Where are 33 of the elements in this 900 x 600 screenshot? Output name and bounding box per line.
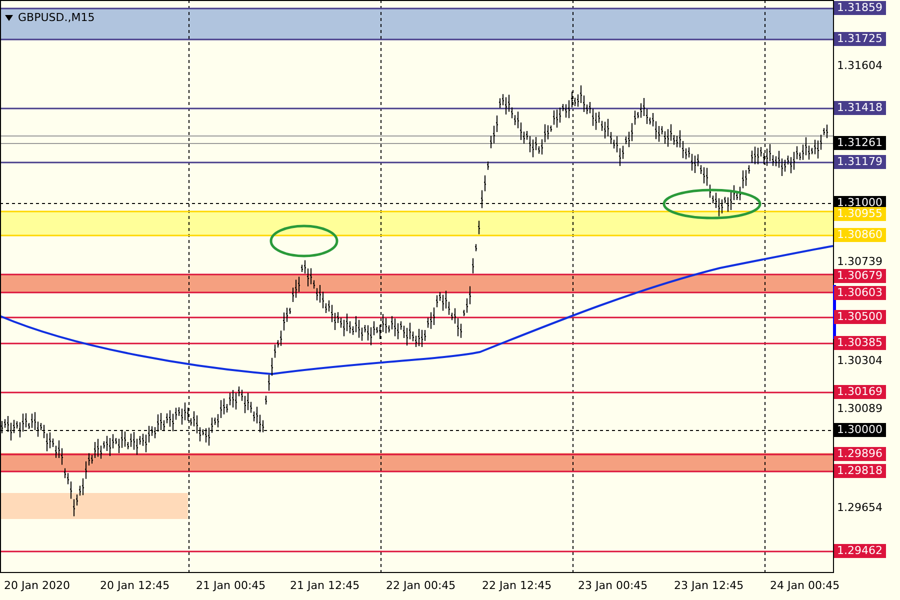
time-label: 23 Jan 00:45 xyxy=(578,579,648,592)
time-label: 24 Jan 00:45 xyxy=(770,579,840,592)
highlight-ellipse xyxy=(270,224,338,258)
dropdown-triangle-icon[interactable] xyxy=(5,14,13,20)
time-label: 21 Jan 00:45 xyxy=(196,579,266,592)
price-label: 1.31859 xyxy=(834,1,886,15)
price-label: 1.30169 xyxy=(834,385,886,399)
chart-symbol-title: GBPUSD.,M15 xyxy=(18,11,95,24)
price-label: 1.31179 xyxy=(834,155,886,169)
price-label: 1.30860 xyxy=(834,228,886,242)
price-label: 1.30500 xyxy=(834,310,886,324)
price-label: 1.31418 xyxy=(834,101,886,115)
price-label: 1.30000 xyxy=(834,423,886,437)
time-label: 20 Jan 12:45 xyxy=(100,579,170,592)
time-label: 20 Jan 2020 xyxy=(4,579,70,592)
time-label: 22 Jan 00:45 xyxy=(386,579,456,592)
price-label: 1.31261 xyxy=(834,136,886,150)
price-tick-label: 1.30089 xyxy=(836,402,884,416)
price-label: 1.29462 xyxy=(834,544,886,558)
price-label: 1.29896 xyxy=(834,447,886,461)
price-label: 1.30603 xyxy=(834,286,886,300)
price-label: 1.30679 xyxy=(834,269,886,283)
price-label: 1.30385 xyxy=(834,336,886,350)
time-label: 23 Jan 12:45 xyxy=(674,579,744,592)
price-tick-label: 1.31604 xyxy=(836,59,884,73)
price-label: 1.30955 xyxy=(834,207,886,221)
time-label: 21 Jan 12:45 xyxy=(290,579,360,592)
price-tick-label: 1.29654 xyxy=(836,501,884,515)
price-tick-label: 1.30304 xyxy=(836,354,884,368)
price-label: 1.31725 xyxy=(834,32,886,46)
price-label: 1.29818 xyxy=(834,464,886,478)
price-tick-label: 1.30739 xyxy=(836,255,884,269)
time-label: 22 Jan 12:45 xyxy=(482,579,552,592)
